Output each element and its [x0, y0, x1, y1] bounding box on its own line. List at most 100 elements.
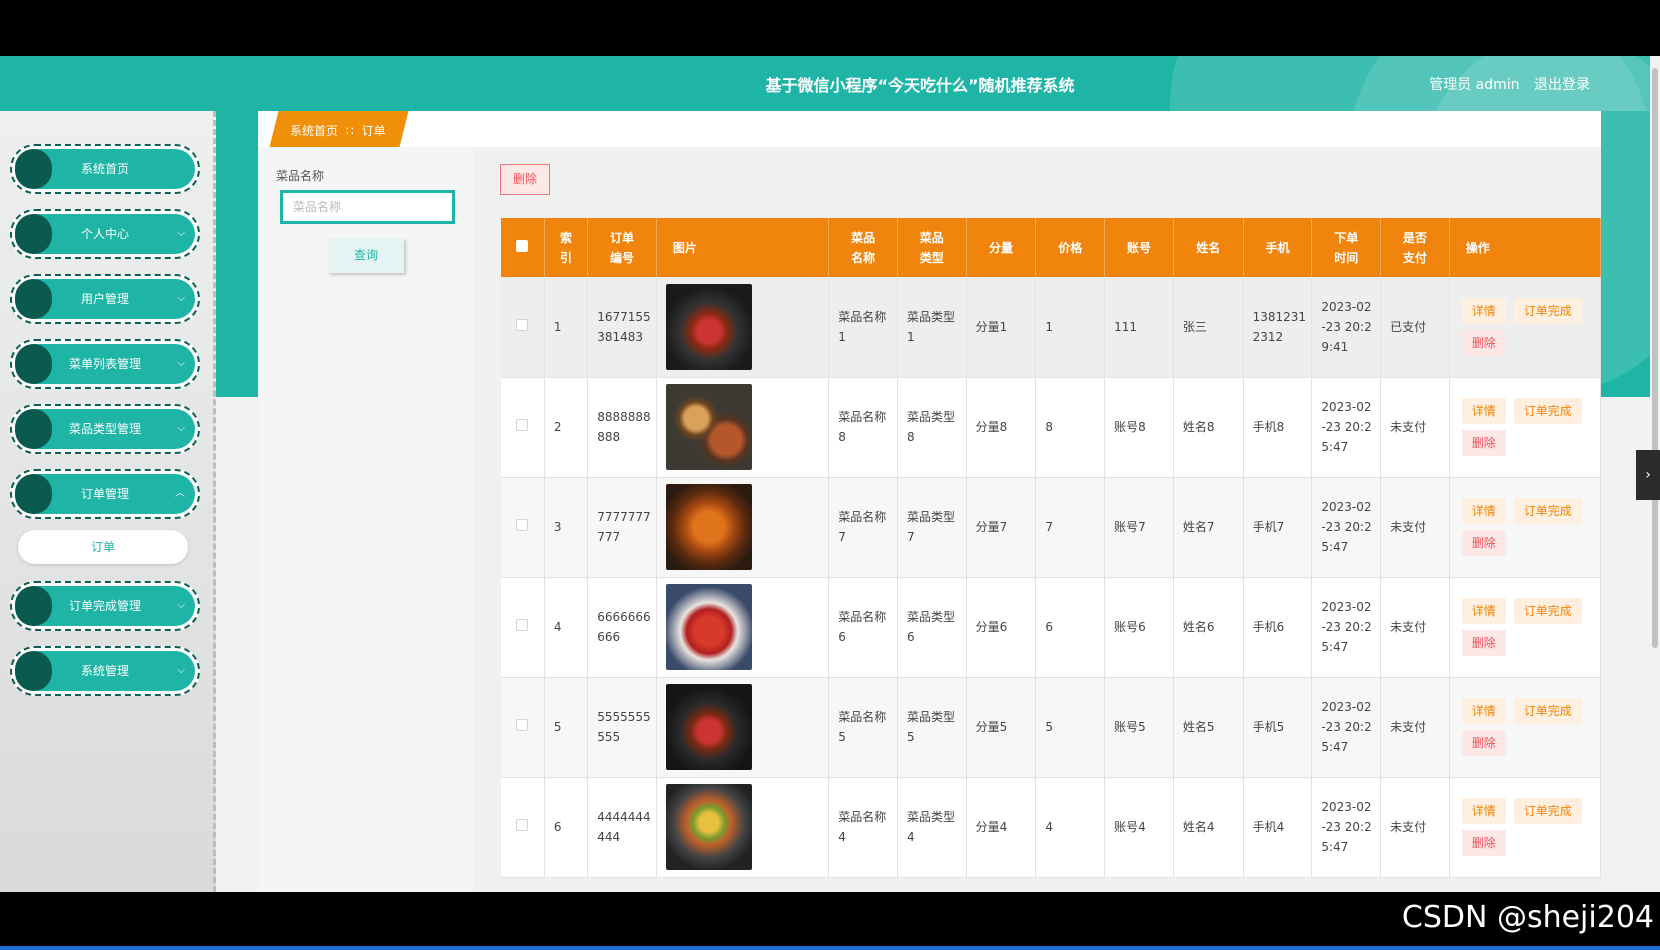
video-progress-bar	[0, 946, 1660, 950]
table-row: 3 7777777 777 菜品名称 7 菜品类型 7 分量7 7 账号7 姓名7 手机7 2023-0…	[501, 477, 1602, 578]
header-text: 下单	[1334, 230, 1359, 245]
row-select-cell[interactable]	[501, 277, 545, 378]
delete-row-button[interactable]: 删除	[1461, 329, 1506, 356]
breadcrumb-home[interactable]: 系统首页	[290, 124, 338, 138]
portion-cell: 分量8	[966, 377, 1037, 478]
price-cell: 8	[1035, 377, 1106, 478]
delete-row-button[interactable]: 删除	[1461, 430, 1506, 456]
complete-order-button[interactable]: 订单完成	[1513, 498, 1582, 524]
sidebar-item[interactable]: 用户管理 ⌵	[10, 274, 200, 324]
complete-order-button[interactable]: 订单完成	[1513, 698, 1582, 724]
select-all-header[interactable]	[501, 218, 545, 277]
orders-table: 索引订单 编号 图片 菜品 名称 菜品 类型 分量 价格 账号 姓名 手机 下单 时间 是否 支付 操作 1 16…	[501, 218, 1602, 878]
detail-button[interactable]: 详情	[1461, 297, 1506, 324]
breadcrumb-separator: ∷	[346, 124, 354, 138]
account-cell: 账号8	[1104, 377, 1174, 478]
index-cell: 2	[544, 377, 589, 478]
complete-order-button[interactable]: 订单完成	[1513, 297, 1582, 324]
sidebar-item[interactable]: 菜品类型管理 ⌵	[10, 404, 200, 454]
sidebar-item[interactable]: 个人中心 ⌵	[10, 209, 200, 259]
dish-type-cell-line: 菜品类型	[906, 610, 955, 624]
row-checkbox[interactable]	[516, 318, 529, 331]
dish-photo	[665, 684, 752, 770]
filter-panel: 菜品名称 查询	[258, 147, 473, 892]
screen: 基于微信小程序“今天吃什么”随机推荐系统 管理员 admin 退出登录 系统首页…	[0, 0, 1660, 950]
order-number-cell: 6666666 666	[587, 577, 657, 678]
delete-row-button[interactable]: 删除	[1461, 830, 1506, 856]
row-select-cell[interactable]	[501, 477, 545, 578]
detail-button[interactable]: 详情	[1461, 498, 1506, 524]
select-all-checkbox[interactable]	[516, 239, 529, 252]
account-cell: 111	[1104, 277, 1174, 378]
complete-order-button[interactable]: 订单完成	[1513, 798, 1582, 824]
dish-type-cell-line: 菜品类型	[906, 410, 955, 424]
scrollbar-thumb[interactable]	[1652, 68, 1658, 648]
row-checkbox[interactable]	[516, 619, 529, 631]
order-number-cell-line: 666	[597, 630, 621, 644]
dish-name-cell: 菜品名称 5	[828, 677, 898, 778]
order-number-cell: 5555555 555	[587, 677, 657, 778]
sidebar-item[interactable]: 订单完成管理 ⌵	[10, 581, 200, 631]
chevron-icon: ⌵	[177, 358, 185, 369]
account-cell: 账号7	[1104, 477, 1174, 578]
table-row: 1 1677155 381483 菜品名称 1 菜品类型 1 分量1 1 111 张三 1381231…	[501, 277, 1602, 378]
complete-order-button[interactable]: 订单完成	[1513, 598, 1582, 624]
order-number-cell-line: 5555555	[597, 710, 651, 724]
sidebar-item[interactable]: 系统管理 ⌵	[10, 646, 200, 696]
phone-cell-line: 手机8	[1252, 420, 1285, 434]
menu-dot-icon	[15, 214, 52, 254]
order-time-cell: 2023-02 -23 20:2 5:47	[1311, 377, 1382, 478]
dish-name-search-input[interactable]	[280, 190, 455, 224]
detail-button[interactable]: 详情	[1461, 798, 1506, 824]
chevron-icon: ⌵	[177, 228, 185, 239]
sidebar-subitem-orders[interactable]: 订单	[18, 530, 188, 564]
sidebar-item[interactable]: 系统首页	[10, 144, 200, 194]
payment-status-cell: 已支付	[1380, 277, 1450, 378]
delete-row-button[interactable]: 删除	[1461, 730, 1506, 756]
detail-button[interactable]: 详情	[1461, 598, 1506, 624]
system-title: 基于微信小程序“今天吃什么”随机推荐系统	[765, 76, 1075, 95]
index-cell: 1	[544, 277, 589, 378]
menu-dot-icon	[15, 344, 52, 384]
dish-type-cell: 菜品类型 8	[897, 377, 967, 478]
price-cell: 6	[1035, 577, 1106, 678]
phone-cell-line: 2312	[1252, 329, 1284, 344]
delete-row-button[interactable]: 删除	[1461, 630, 1506, 656]
expand-side-tab[interactable]: ›	[1636, 450, 1660, 500]
dish-name-label: 菜品名称	[276, 169, 325, 183]
batch-delete-button[interactable]: 删除	[500, 164, 550, 195]
row-select-cell[interactable]	[501, 377, 545, 478]
sidebar-item[interactable]: 订单管理 ︿	[10, 469, 200, 519]
dish-name-cell-line: 菜品名称	[838, 510, 887, 524]
row-checkbox[interactable]	[516, 819, 529, 831]
dish-photo	[665, 584, 752, 670]
detail-button[interactable]: 详情	[1461, 398, 1506, 424]
detail-button[interactable]: 详情	[1461, 698, 1506, 724]
row-checkbox[interactable]	[516, 419, 529, 431]
complete-order-button[interactable]: 订单完成	[1513, 398, 1582, 424]
row-checkbox[interactable]	[516, 719, 529, 731]
row-select-cell[interactable]	[501, 677, 545, 778]
phone-cell: 手机8	[1243, 377, 1313, 478]
phone-cell-line: 手机5	[1252, 720, 1285, 734]
dish-type-cell: 菜品类型 4	[897, 777, 967, 878]
header-text: 时间	[1334, 250, 1359, 265]
order-time-cell-line: 5:47	[1321, 540, 1349, 554]
sidebar-item[interactable]: 菜单列表管理 ⌵	[10, 339, 200, 389]
delete-row-button[interactable]: 删除	[1461, 530, 1506, 556]
chevron-icon: ⌵	[177, 665, 185, 676]
query-button[interactable]: 查询	[328, 238, 404, 273]
order-time-cell-line: -23 20:2	[1321, 520, 1372, 534]
row-select-cell[interactable]	[501, 577, 545, 678]
dish-type-cell-line: 4	[906, 830, 915, 844]
row-select-cell[interactable]	[501, 777, 545, 878]
row-checkbox[interactable]	[516, 519, 529, 531]
order-time-cell-line: 2023-02	[1321, 400, 1372, 414]
header-text: 编号	[610, 250, 635, 265]
payment-status-cell: 未支付	[1380, 677, 1450, 778]
order-time-cell-line: 9:41	[1321, 339, 1349, 354]
column-header: 姓名	[1173, 218, 1244, 277]
column-header: 索引	[544, 218, 589, 277]
index-cell: 4	[544, 577, 589, 678]
column-header: 分量	[966, 218, 1037, 277]
